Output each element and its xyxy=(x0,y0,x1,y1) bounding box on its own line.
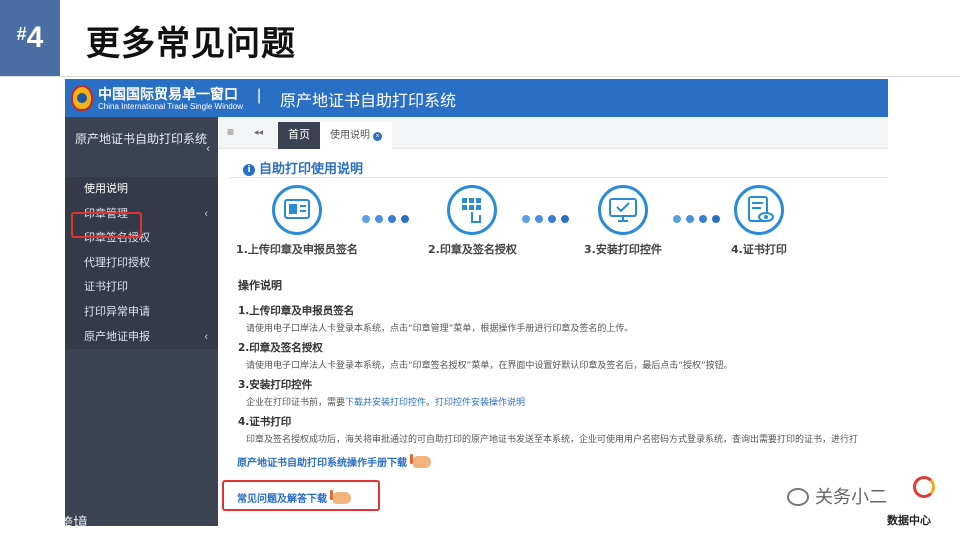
system-title: 原产地证书自助打印系统 xyxy=(280,91,457,110)
highlight-box-faq xyxy=(222,480,380,511)
chevron-left-icon: ‹ xyxy=(204,207,208,220)
panel-divider xyxy=(228,177,888,178)
step-2: 2.印章及签名授权 xyxy=(428,185,517,257)
ops-step-3-text: 企业在打印证书前，需要下载并安装打印控件。打印控件安装操作说明 xyxy=(246,395,888,408)
print-control-guide-link[interactable]: 打印控件安装操作说明 xyxy=(435,398,525,408)
ops-title: 操作说明 xyxy=(238,279,282,292)
tab-bar: ≡ ◂◂ 首页 使用说明 × xyxy=(218,117,888,149)
watermark-logo-icon xyxy=(10,516,24,530)
panel-heading-text: 自助打印使用说明 xyxy=(259,162,364,177)
ops-step-3-sep: 。 xyxy=(426,398,436,408)
sidebar-item-usage-guide[interactable]: 使用说明 xyxy=(65,177,218,202)
step-1: 1.上传印章及申报员签名 xyxy=(236,185,358,257)
data-center-logo-icon xyxy=(913,476,935,498)
sidebar-menu: 使用说明 印章管理 ‹ 印章签名授权 代理打印授权 证书打印 打印异常申请 原产地… xyxy=(65,177,218,350)
sidebar-item-origin-declaration[interactable]: 原产地证申报 ‹ xyxy=(65,325,218,350)
ops-step-2-text: 请使用电子口岸法人卡登录本系统，点击“印章签名授权”菜单，在界面中设置好默认印章… xyxy=(246,361,733,371)
watermark-left: 大数跨境 xyxy=(10,512,88,533)
upload-seal-icon xyxy=(271,185,322,235)
title-divider xyxy=(0,76,960,77)
install-monitor-icon xyxy=(597,185,648,235)
sidebar-item-certificate-print[interactable]: 证书打印 xyxy=(65,275,218,300)
watermark-right-text: 关务小二 xyxy=(815,487,887,508)
manual-download-label: 原产地证书自助打印系统操作手册下载 xyxy=(237,458,407,469)
ops-step-3-prefix: 企业在打印证书前，需要 xyxy=(246,398,346,408)
close-icon[interactable]: × xyxy=(373,132,382,141)
sidebar: 原产地证书自助打印系统 ‹ 使用说明 印章管理 ‹ 印章签名授权 代理打印授权 证… xyxy=(65,117,218,526)
step-label: 3.安装打印控件 xyxy=(584,243,662,256)
step-connector-dots xyxy=(362,215,409,223)
brand-name-en: China International Trade Single Window xyxy=(98,102,243,111)
slide-number: 4 xyxy=(26,21,44,54)
step-label: 2.印章及签名授权 xyxy=(428,243,517,256)
sidebar-item-label: 证书打印 xyxy=(84,281,128,294)
sidebar-item-label: 使用说明 xyxy=(84,183,128,195)
step-4: 4.证书打印 xyxy=(731,185,787,257)
app-screenshot: 中国国际贸易单一窗口 China International Trade Sin… xyxy=(65,79,888,526)
panel-heading: i 自助打印使用说明 xyxy=(243,158,363,177)
ops-step-1-title: 1.上传印章及申报员签名 xyxy=(238,305,355,317)
pointing-hand-icon xyxy=(410,454,431,468)
ops-step-4-text: 印章及签名授权成功后，海关将审批通过的可自助打印的原产地证书发送至本系统，企业可… xyxy=(246,435,859,445)
step-label: 1.上传印章及申报员签名 xyxy=(236,243,358,256)
main-content: i 自助打印使用说明 1.上传印章及申报员签名 2.印章及签名授权 3.安装打印… xyxy=(218,149,888,526)
slide-number-badge: #4 xyxy=(0,0,60,76)
sidebar-item-label: 原产地证申报 xyxy=(84,330,150,343)
sidebar-item-agent-print-auth[interactable]: 代理打印授权 xyxy=(65,251,218,276)
ops-step-1-text: 请使用电子口岸法人卡登录本系统，点击“印章管理”菜单，根据操作手册进行印章及签名… xyxy=(246,324,634,334)
step-connector-dots xyxy=(522,215,569,223)
operation-instructions: 操作说明 1.上传印章及申报员签名 请使用电子口岸法人卡登录本系统，点击“印章管… xyxy=(238,277,888,445)
tab-usage-guide[interactable]: 使用说明 × xyxy=(320,122,392,149)
brand-separator: | xyxy=(257,87,262,104)
manual-download-link[interactable]: 原产地证书自助打印系统操作手册下载 xyxy=(237,454,431,469)
sidebar-item-label: 打印异常申请 xyxy=(84,305,150,318)
certificate-print-icon xyxy=(733,185,784,235)
step-3: 3.安装打印控件 xyxy=(584,185,662,257)
watermark-right: 关务小二 xyxy=(787,483,887,509)
app-header: 中国国际贸易单一窗口 China International Trade Sin… xyxy=(65,79,888,117)
sidebar-item-label: 代理打印授权 xyxy=(84,256,150,269)
step-connector-dots xyxy=(673,215,720,223)
watermark-left-text: 大数跨境 xyxy=(28,514,89,532)
data-center-label: 数据中心 xyxy=(887,514,931,527)
wechat-icon xyxy=(787,488,809,506)
download-print-control-link[interactable]: 下载并安装打印控件 xyxy=(345,398,426,408)
chevron-left-icon: ‹ xyxy=(204,330,208,343)
highlight-box-usage-guide xyxy=(71,212,142,238)
sidebar-item-print-exception[interactable]: 打印异常申请 xyxy=(65,300,218,325)
step-label: 4.证书打印 xyxy=(731,243,787,256)
customs-logo-icon xyxy=(71,85,93,111)
slide-number-hash: # xyxy=(16,23,27,44)
authorize-touch-icon xyxy=(447,185,498,235)
info-icon: i xyxy=(243,164,255,176)
ops-step-4-title: 4.证书打印 xyxy=(238,416,292,428)
ops-step-3-title: 3.安装打印控件 xyxy=(238,379,313,391)
brand-name-cn: 中国国际贸易单一窗口 xyxy=(98,87,238,103)
scroll-back-icon[interactable]: ◂◂ xyxy=(254,127,263,138)
chevron-left-icon: ‹ xyxy=(206,143,210,155)
sidebar-header-label: 原产地证书自助打印系统 xyxy=(75,132,208,146)
tab-home[interactable]: 首页 xyxy=(278,122,320,149)
sidebar-header[interactable]: 原产地证书自助打印系统 ‹ xyxy=(75,131,210,155)
tab-usage-guide-label: 使用说明 xyxy=(330,130,370,141)
slide-title: 更多常见问题 xyxy=(86,24,296,64)
ops-step-2-title: 2.印章及签名授权 xyxy=(238,342,323,354)
menu-toggle-icon[interactable]: ≡ xyxy=(227,125,234,139)
